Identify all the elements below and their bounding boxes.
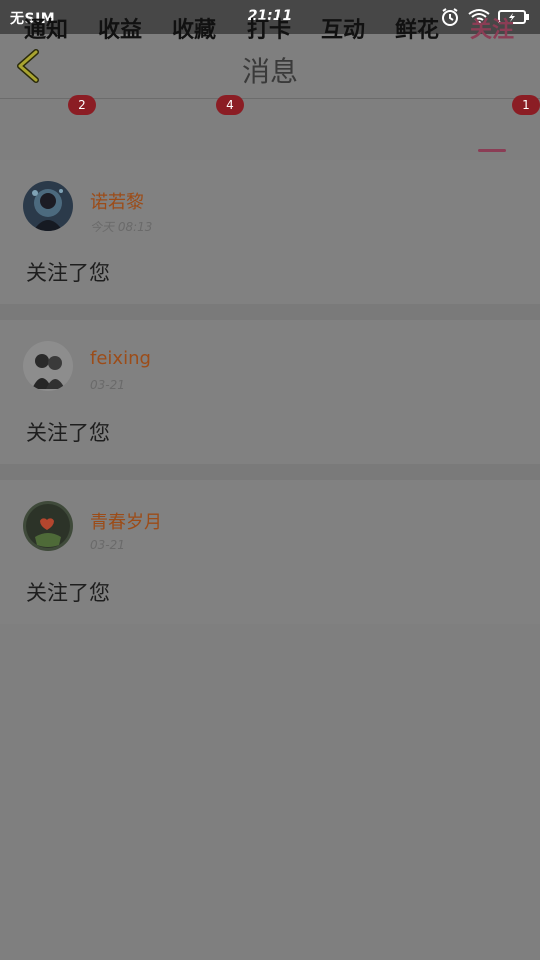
tab-checkin[interactable]: 打卡 (247, 16, 291, 46)
tab-interaction[interactable]: 互动 (321, 16, 365, 46)
list-item[interactable]: 诺若黎 今天 08:13 关注了您 (0, 160, 540, 304)
list-item[interactable]: 青春岁月 03-21 关注了您 (0, 480, 540, 624)
divider (0, 304, 540, 320)
message-text: 关注了您 (26, 261, 110, 285)
user-name[interactable]: 青春岁月 (90, 508, 162, 534)
divider (0, 464, 540, 480)
active-tab-indicator (478, 149, 506, 152)
tab-follow[interactable]: 关注 (470, 16, 514, 46)
alarm-icon (442, 8, 458, 26)
user-name[interactable]: 诺若黎 (90, 188, 144, 214)
badge-notice: 2 (68, 95, 96, 115)
tab-flowers[interactable]: 鲜花 (395, 16, 439, 46)
timestamp: 03-21 (90, 538, 125, 552)
message-text: 关注了您 (26, 581, 110, 605)
message-text: 关注了您 (26, 421, 110, 445)
tab-favorites[interactable]: 收藏 (172, 16, 216, 46)
tab-earnings[interactable]: 收益 (98, 16, 142, 46)
avatar[interactable] (23, 501, 73, 551)
timestamp: 03-21 (90, 378, 125, 392)
timestamp: 今天 08:13 (90, 220, 153, 234)
user-name[interactable]: feixing (90, 348, 151, 369)
badge-follow: 1 (512, 95, 540, 115)
list-item[interactable]: feixing 03-21 关注了您 (0, 320, 540, 464)
avatar[interactable] (23, 181, 73, 231)
badge-favorites: 4 (216, 95, 244, 115)
page-title: 消息 (241, 55, 298, 88)
avatar[interactable] (23, 341, 73, 391)
tab-notice[interactable]: 通知 (24, 16, 68, 46)
